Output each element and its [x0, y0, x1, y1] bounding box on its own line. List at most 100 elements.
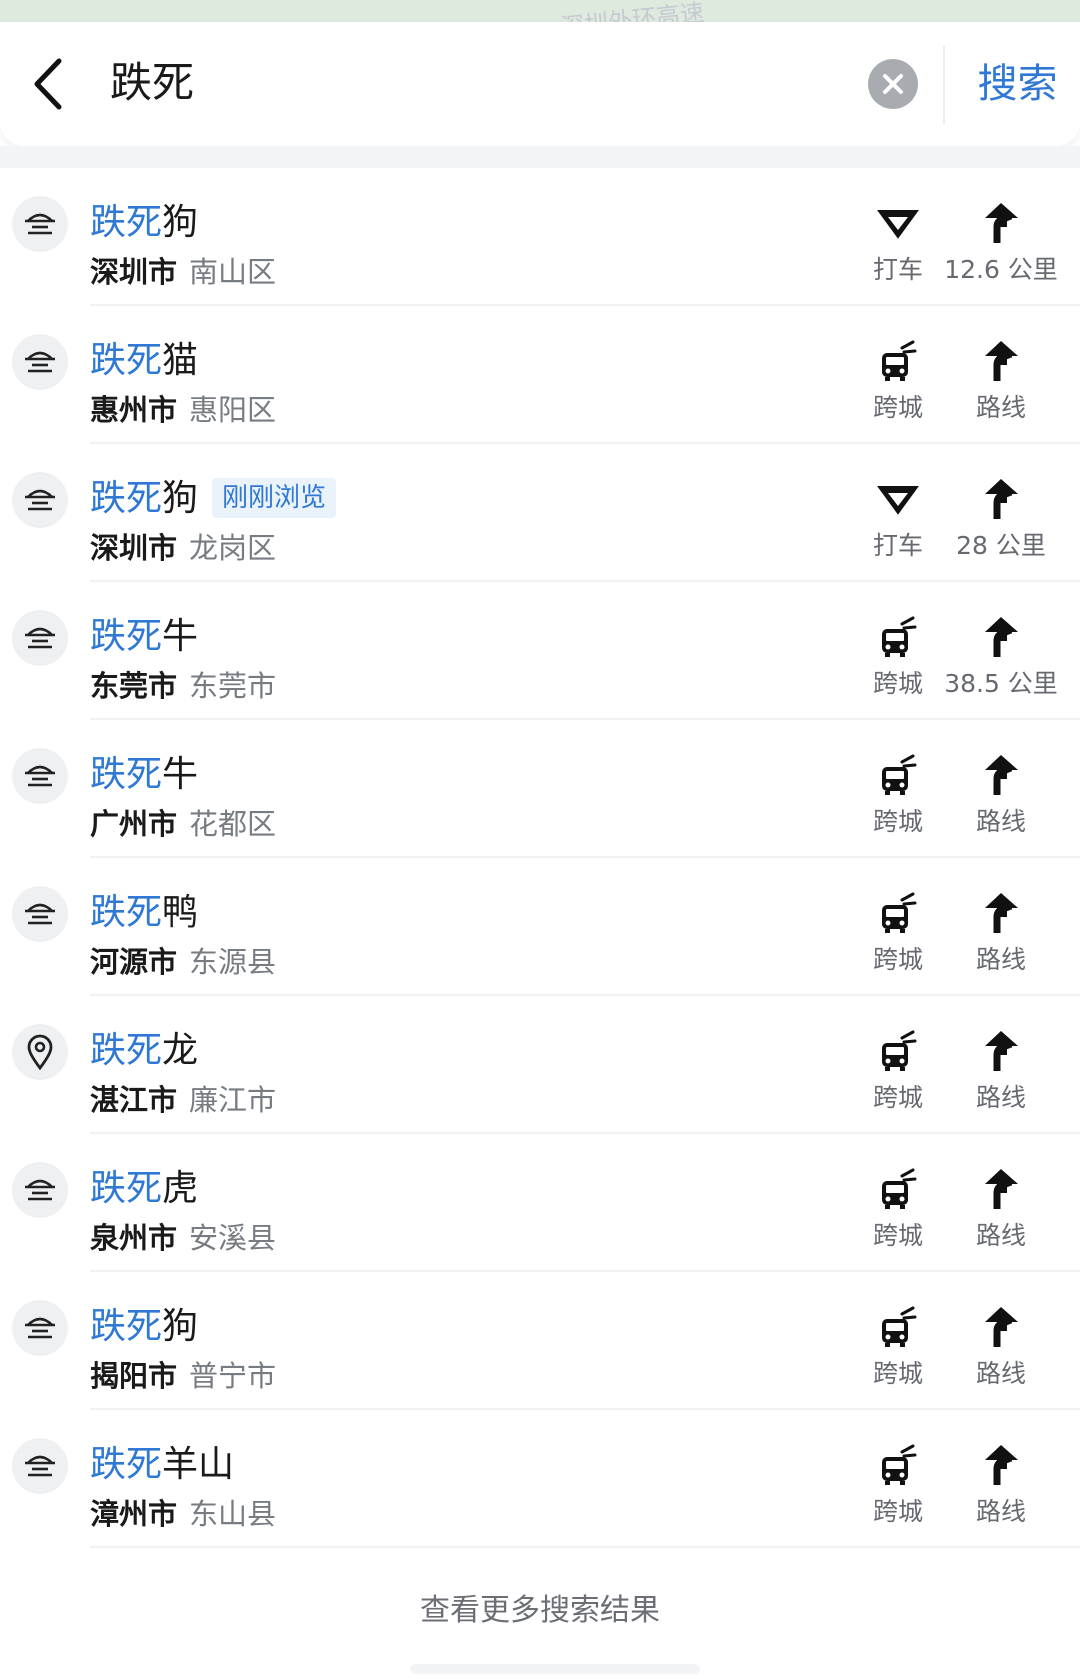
action-label: 跨城	[872, 393, 923, 422]
intercity-button[interactable]: 跨城	[838, 1302, 958, 1390]
park-icon	[12, 1162, 68, 1218]
route-distance-label: 路线	[975, 1359, 1026, 1388]
route-button[interactable]: 路线	[941, 888, 1061, 976]
intercity-bus-icon	[838, 1440, 958, 1490]
route-button[interactable]: 38.5 公里	[941, 612, 1061, 700]
intercity-button[interactable]: 跨城	[838, 1026, 958, 1114]
action-label: 跨城	[872, 1083, 923, 1112]
search-input[interactable]: 跌死	[110, 56, 194, 110]
result-title-highlight: 跌死	[90, 202, 163, 243]
route-distance-label: 28 公里	[956, 531, 1046, 560]
route-arrow-icon	[941, 750, 1061, 800]
route-distance-label: 路线	[975, 945, 1026, 974]
intercity-button[interactable]: 跨城	[838, 1164, 958, 1252]
result-city: 河源市	[90, 945, 178, 979]
result-address: 泉州市 安溪县	[90, 1220, 276, 1256]
result-list: 跌死狗 深圳市 南山区 打车 12.6 公里 跌死猫 惠州市 惠阳区 跨城 路线 跌死狗 刚刚浏览 深圳…	[0, 168, 1080, 1548]
route-arrow-icon	[941, 1440, 1061, 1490]
route-button[interactable]: 路线	[941, 750, 1061, 838]
route-button[interactable]: 路线	[941, 1164, 1061, 1252]
action-label: 跨城	[872, 1497, 923, 1526]
route-distance-label: 路线	[975, 1221, 1026, 1250]
result-city: 揭阳市	[90, 1359, 178, 1393]
result-city: 广州市	[90, 807, 178, 841]
action-label: 跨城	[872, 1359, 923, 1388]
taxi-button[interactable]: 打车	[838, 474, 958, 562]
result-address: 惠州市 惠阳区	[90, 392, 276, 428]
result-city: 东莞市	[90, 669, 178, 703]
park-icon	[12, 334, 68, 390]
result-district: 东源县	[189, 945, 277, 979]
result-title: 跌死鸭	[90, 890, 198, 936]
result-district: 廉江市	[189, 1083, 277, 1117]
result-item[interactable]: 跌死狗揭阳市 普宁市 跨城 路线	[0, 1272, 1080, 1410]
route-arrow-icon	[941, 1164, 1061, 1214]
route-button[interactable]: 路线	[941, 1440, 1061, 1528]
result-item[interactable]: 跌死狗 刚刚浏览深圳市 龙岗区 打车 28 公里	[0, 444, 1080, 582]
result-address: 河源市 东源县	[90, 944, 276, 980]
intercity-bus-icon	[838, 336, 958, 386]
result-title-highlight: 跌死	[90, 340, 163, 381]
divider	[943, 46, 945, 124]
result-title: 跌死羊山	[90, 1442, 234, 1488]
result-address: 深圳市 龙岗区	[90, 530, 276, 566]
result-title-highlight: 跌死	[90, 892, 163, 933]
result-title: 跌死狗 刚刚浏览	[90, 476, 337, 522]
result-district: 花都区	[189, 807, 277, 841]
result-address: 深圳市 南山区	[90, 254, 276, 290]
route-arrow-icon	[941, 474, 1061, 524]
result-district: 普宁市	[189, 1359, 277, 1393]
intercity-button[interactable]: 跨城	[838, 612, 958, 700]
intercity-button[interactable]: 跨城	[838, 888, 958, 976]
result-title: 跌死龙	[90, 1028, 198, 1074]
action-label: 跨城	[872, 669, 923, 698]
intercity-button[interactable]: 跨城	[838, 1440, 958, 1528]
back-button[interactable]	[18, 50, 78, 118]
action-label: 跨城	[872, 945, 923, 974]
result-title-rest: 羊山	[162, 1444, 235, 1485]
clear-search-button[interactable]	[868, 59, 918, 109]
action-label: 打车	[872, 255, 923, 284]
route-distance-label: 路线	[975, 1083, 1026, 1112]
intercity-button[interactable]: 跨城	[838, 750, 958, 838]
row-divider	[90, 1546, 1080, 1548]
result-item[interactable]: 跌死羊山 漳州市 东山县 跨城 路线	[0, 1410, 1080, 1548]
route-button[interactable]: 路线	[941, 336, 1061, 424]
result-city: 湛江市	[90, 1083, 178, 1117]
taxi-icon	[838, 474, 958, 524]
route-distance-label: 路线	[975, 807, 1026, 836]
result-item[interactable]: 跌死牛 东莞市 东莞市 跨城 38.5 公里	[0, 582, 1080, 720]
route-button[interactable]: 12.6 公里	[941, 198, 1061, 286]
taxi-button[interactable]: 打车	[838, 198, 958, 286]
result-district: 南山区	[189, 255, 277, 289]
park-icon	[12, 1438, 68, 1494]
result-title-rest: 鸭	[162, 892, 199, 933]
result-item[interactable]: 跌死鸭河源市 东源县 跨城 路线	[0, 858, 1080, 996]
route-button[interactable]: 28 公里	[941, 474, 1061, 562]
route-button[interactable]: 路线	[941, 1302, 1061, 1390]
route-button[interactable]: 路线	[941, 1026, 1061, 1114]
search-bar: 跌死 搜索	[0, 22, 1080, 146]
result-item[interactable]: 跌死猫惠州市 惠阳区 跨城 路线	[0, 306, 1080, 444]
result-item[interactable]: 跌死狗 深圳市 南山区 打车 12.6 公里	[0, 168, 1080, 306]
action-label: 跨城	[872, 807, 923, 836]
result-item[interactable]: 跌死龙湛江市 廉江市 跨城 路线	[0, 996, 1080, 1134]
result-title-highlight: 跌死	[90, 754, 163, 795]
route-arrow-icon	[941, 612, 1061, 662]
intercity-bus-icon	[838, 612, 958, 662]
result-item[interactable]: 跌死虎 泉州市 安溪县 跨城 路线	[0, 1134, 1080, 1272]
result-title: 跌死狗	[90, 1304, 198, 1350]
result-city: 漳州市	[90, 1497, 178, 1531]
park-icon	[12, 886, 68, 942]
result-item[interactable]: 跌死牛 广州市 花都区 跨城 路线	[0, 720, 1080, 858]
result-title: 跌死猫	[90, 338, 198, 384]
section-gap	[0, 146, 1080, 168]
search-button[interactable]: 搜索	[960, 56, 1075, 112]
route-arrow-icon	[941, 1302, 1061, 1352]
intercity-button[interactable]: 跨城	[838, 336, 958, 424]
result-title-rest: 猫	[162, 340, 199, 381]
result-title-rest: 牛	[162, 616, 199, 657]
result-district: 惠阳区	[189, 393, 277, 427]
more-results-link[interactable]: 查看更多搜索结果	[0, 1580, 1080, 1642]
park-icon	[12, 196, 68, 252]
